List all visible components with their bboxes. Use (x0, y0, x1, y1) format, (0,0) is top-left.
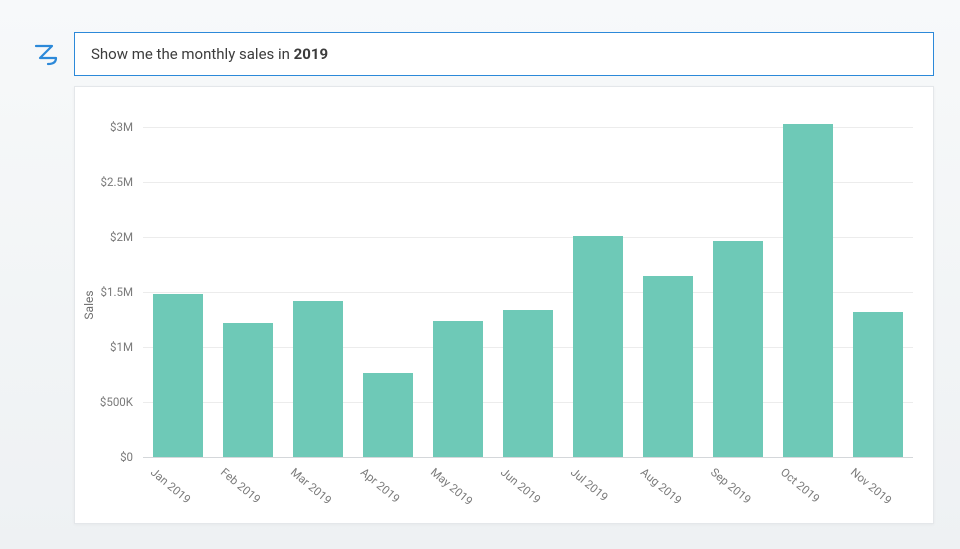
bar[interactable] (433, 321, 483, 457)
x-tick-label: May 2019 (428, 465, 476, 508)
bar[interactable] (153, 294, 203, 457)
zia-logo-icon (32, 40, 60, 68)
query-text-bold: 2019 (294, 45, 328, 63)
query-text-prefix: Show me the monthly sales in (91, 45, 294, 63)
x-tick-label: Sep 2019 (708, 465, 754, 507)
x-tick-label: Aug 2019 (638, 465, 684, 507)
y-tick-label: $2.5M (101, 175, 143, 189)
bar[interactable] (223, 323, 273, 457)
chart-plot-area: $0$500K$1M$1.5M$2M$2.5M$3MJan 2019Feb 20… (143, 127, 913, 457)
x-tick-label: Nov 2019 (848, 465, 895, 507)
x-tick-label: Jun 2019 (498, 465, 544, 506)
bar[interactable] (713, 241, 763, 457)
bar[interactable] (643, 276, 693, 458)
bar[interactable] (503, 310, 553, 457)
x-tick-label: Feb 2019 (218, 465, 263, 506)
y-tick-label: $500K (100, 395, 143, 409)
bar[interactable] (293, 301, 343, 457)
bar[interactable] (853, 312, 903, 457)
y-tick-label: $2M (110, 230, 143, 244)
y-tick-label: $1.5M (101, 285, 143, 299)
y-tick-label: $1M (110, 340, 143, 354)
grid-line (143, 457, 913, 458)
x-tick-label: Oct 2019 (778, 465, 823, 506)
bar[interactable] (573, 236, 623, 457)
x-tick-label: Apr 2019 (358, 465, 403, 506)
x-tick-label: Mar 2019 (288, 465, 334, 507)
chart-card: Sales $0$500K$1M$1.5M$2M$2.5M$3MJan 2019… (74, 86, 934, 524)
y-axis-title: Sales (82, 290, 96, 319)
query-input[interactable]: Show me the monthly sales in 2019 (74, 32, 934, 76)
bar[interactable] (363, 373, 413, 457)
y-tick-label: $0 (120, 450, 143, 464)
x-tick-label: Jan 2019 (148, 465, 194, 506)
bar[interactable] (783, 124, 833, 457)
y-tick-label: $3M (110, 120, 143, 134)
x-tick-label: Jul 2019 (568, 465, 611, 504)
